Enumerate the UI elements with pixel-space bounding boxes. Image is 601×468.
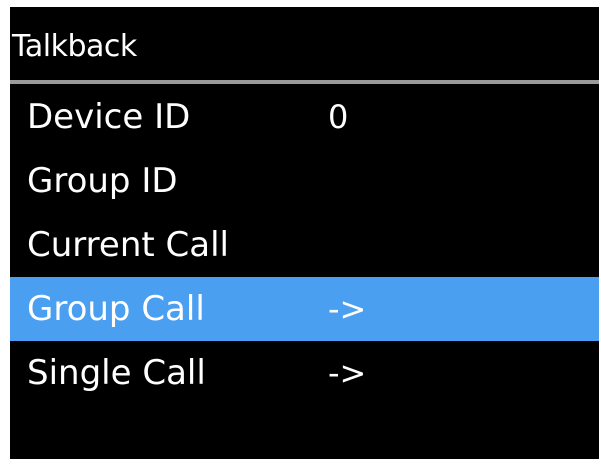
menu-item-single-call[interactable]: Single Call -> [10,341,599,405]
menu-item-current-call[interactable]: Current Call [10,213,599,277]
menu-item-label: Group Call [27,289,205,329]
submenu-arrow-icon: -> [328,290,367,328]
device-screen: Talkback Device ID 0 Group ID Current Ca… [10,7,599,459]
menu-item-label: Single Call [27,353,206,393]
submenu-arrow-icon: -> [328,354,367,392]
menu-item-group-call[interactable]: Group Call -> [10,277,599,341]
talkback-menu: Device ID 0 Group ID Current Call Group … [10,85,599,405]
menu-item-group-id[interactable]: Group ID [10,149,599,213]
header-divider [10,80,599,84]
screen-header: Talkback [10,7,599,80]
menu-item-label: Device ID [27,97,191,137]
page-title: Talkback [12,29,137,64]
device-id-value: 0 [328,98,349,136]
menu-item-label: Current Call [27,225,229,265]
menu-item-label: Group ID [27,161,178,201]
menu-item-device-id[interactable]: Device ID 0 [10,85,599,149]
